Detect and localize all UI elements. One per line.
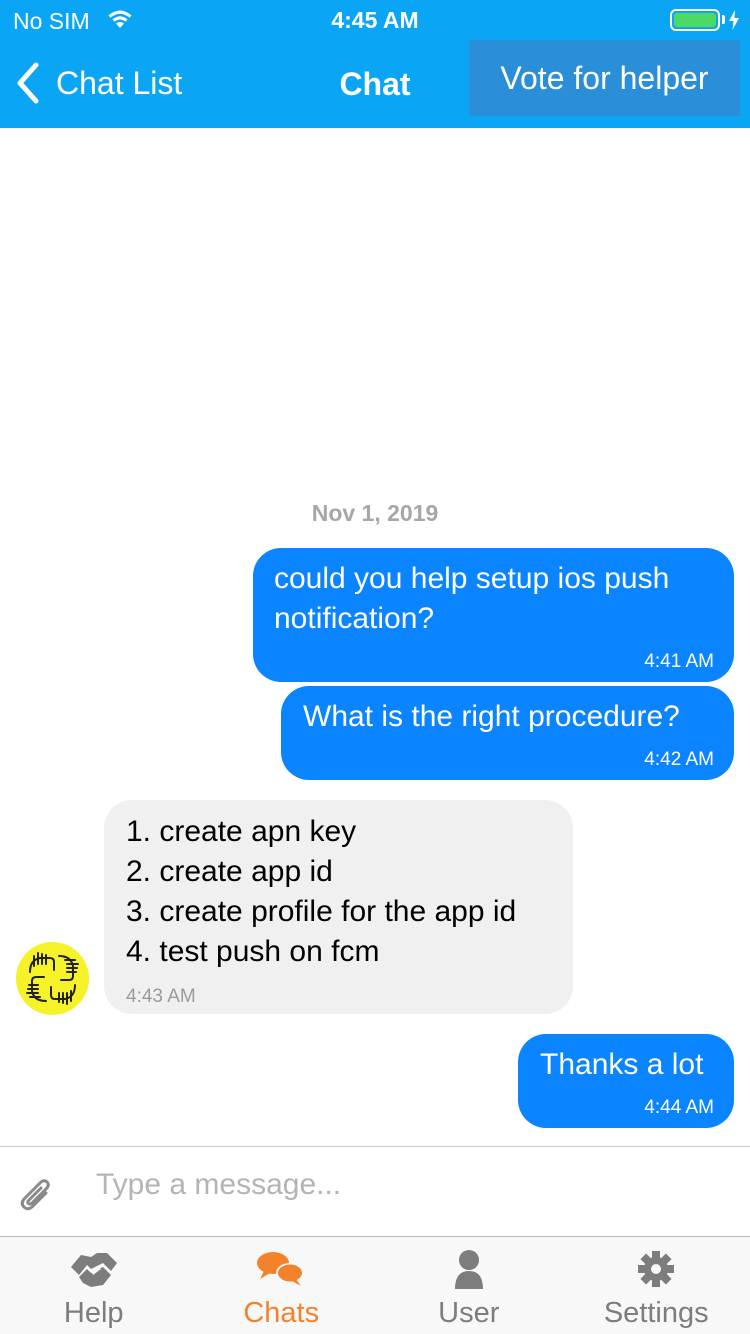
message-bubble-outgoing[interactable]: Thanks a lot 4:44 AM bbox=[518, 1034, 734, 1128]
message-input[interactable] bbox=[96, 1161, 716, 1209]
battery-cap bbox=[722, 15, 725, 24]
chat-bubbles-icon bbox=[254, 1247, 308, 1291]
back-button-label: Chat List bbox=[56, 64, 183, 101]
message-bubble-outgoing[interactable]: What is the right procedure? 4:42 AM bbox=[281, 686, 734, 780]
tab-help[interactable]: Help bbox=[0, 1237, 188, 1334]
chat-messages[interactable]: Nov 1, 2019 could you help setup ios pus… bbox=[0, 128, 750, 1146]
header: No SIM 4:45 AM Chat List Chat Vote for h… bbox=[0, 0, 750, 128]
message-text: could you help setup ios push notificati… bbox=[274, 562, 670, 635]
message-timestamp: 4:41 AM bbox=[644, 651, 714, 672]
date-separator: Nov 1, 2019 bbox=[311, 500, 439, 526]
paperclip-icon[interactable] bbox=[16, 1171, 60, 1219]
tab-label: Help bbox=[63, 1297, 124, 1329]
charging-bolt-icon bbox=[729, 10, 739, 30]
status-bar: No SIM 4:45 AM bbox=[0, 0, 750, 40]
tab-label: Settings bbox=[603, 1297, 709, 1329]
message-composer bbox=[0, 1146, 750, 1236]
message-text: Thanks a lot bbox=[540, 1048, 704, 1081]
message-text: 1. create apn key 2. create app id 3. cr… bbox=[126, 815, 517, 968]
back-button[interactable]: Chat List bbox=[14, 58, 182, 108]
helper-avatar[interactable] bbox=[16, 942, 89, 1015]
chevron-left-icon bbox=[17, 62, 39, 104]
tab-user[interactable]: User bbox=[375, 1237, 563, 1334]
status-time: 4:45 AM bbox=[331, 7, 419, 33]
message-bubble-outgoing[interactable]: could you help setup ios push notificati… bbox=[253, 548, 734, 682]
battery-level-fill bbox=[674, 13, 716, 27]
tab-label: Chats bbox=[243, 1297, 320, 1329]
nav-bar: Chat List Chat Vote for helper bbox=[0, 40, 750, 128]
battery-icon bbox=[670, 9, 720, 31]
tab-chats[interactable]: Chats bbox=[188, 1237, 376, 1334]
tab-label: User bbox=[438, 1297, 500, 1329]
gear-icon bbox=[629, 1247, 683, 1291]
message-timestamp: 4:43 AM bbox=[126, 986, 196, 1007]
message-timestamp: 4:44 AM bbox=[644, 1097, 714, 1118]
vote-for-helper-button[interactable]: Vote for helper bbox=[469, 40, 740, 116]
tab-settings[interactable]: Settings bbox=[563, 1237, 750, 1334]
message-text: What is the right procedure? bbox=[303, 700, 680, 733]
hands-logo-icon bbox=[26, 952, 79, 1005]
message-bubble-incoming[interactable]: 1. create apn key 2. create app id 3. cr… bbox=[104, 800, 573, 1014]
tab-bar: Help Chats User Settings bbox=[0, 1236, 750, 1334]
message-timestamp: 4:42 AM bbox=[644, 749, 714, 770]
user-icon bbox=[442, 1247, 496, 1291]
handshake-icon bbox=[67, 1247, 121, 1291]
